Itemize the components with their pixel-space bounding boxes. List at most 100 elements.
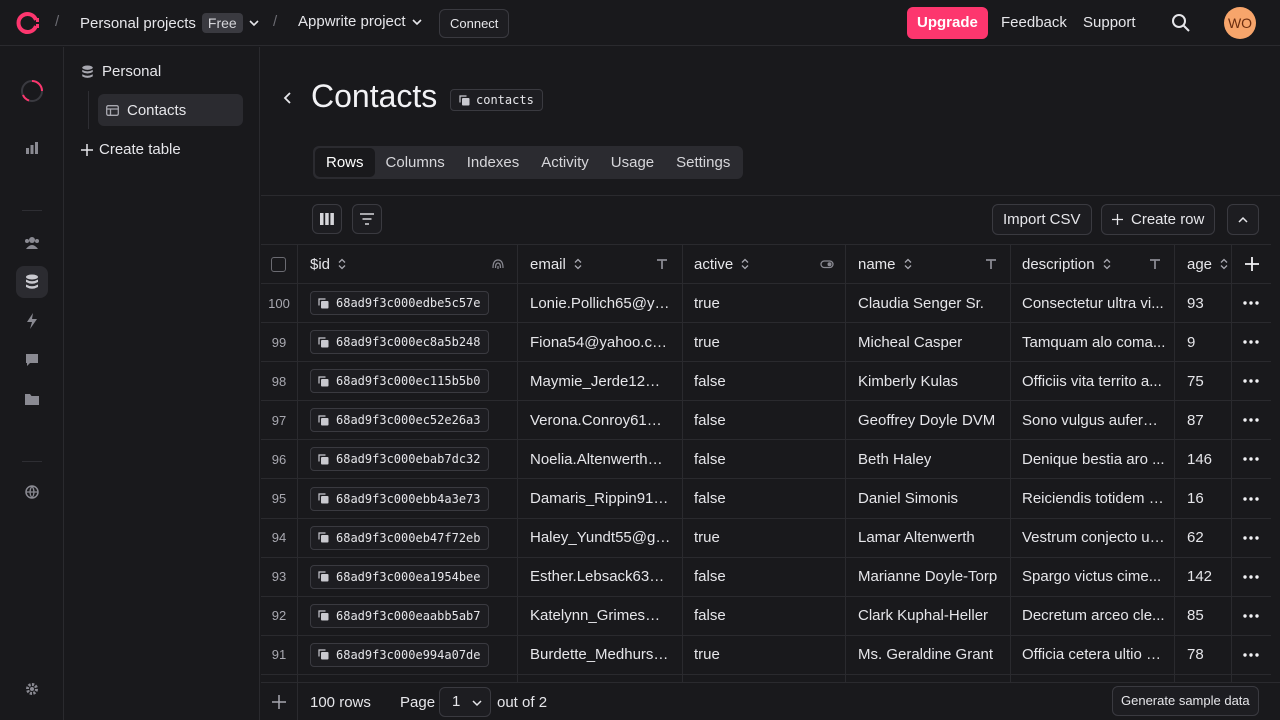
columns-view-button[interactable]	[312, 204, 342, 234]
column-header-email[interactable]: email	[530, 245, 582, 283]
sidebar-item-contacts[interactable]: Contacts	[98, 94, 243, 126]
functions-lightning-icon[interactable]	[16, 305, 48, 337]
id-cell[interactable]: 68ad9f3c000e994a07de	[310, 636, 489, 674]
id-cell[interactable]: 68ad9f3c000ec8a5b248	[310, 323, 489, 361]
sort-icon[interactable]	[904, 258, 912, 270]
table-row[interactable]: 100 68ad9f3c000edbe5c57e Lonie.Pollich65@y…	[261, 284, 1271, 323]
active-cell[interactable]: true	[694, 636, 834, 674]
active-cell[interactable]: false	[694, 480, 834, 518]
name-cell[interactable]: Lamar Altenwerth	[858, 519, 1003, 557]
row-id-copy-chip[interactable]: 68ad9f3c000ec115b5b0	[310, 369, 489, 394]
sidebar-item-database[interactable]: Personal	[81, 63, 161, 80]
row-actions-button[interactable]	[1236, 401, 1266, 439]
sort-icon[interactable]	[1103, 258, 1111, 270]
upgrade-button[interactable]: Upgrade	[907, 7, 988, 39]
description-cell[interactable]: Vestrum conjecto ut...	[1022, 519, 1166, 557]
tab-rows[interactable]: Rows	[315, 148, 375, 177]
email-cell[interactable]: Lonie.Pollich65@ya...	[530, 284, 672, 322]
active-cell[interactable]: false	[694, 362, 834, 400]
project-status-icon[interactable]	[16, 75, 48, 107]
org-selector[interactable]: Personal projects Free	[80, 13, 259, 33]
description-cell[interactable]: Officiis vita territo a...	[1022, 362, 1166, 400]
sort-icon[interactable]	[338, 258, 346, 270]
tab-indexes[interactable]: Indexes	[456, 148, 531, 177]
search-icon[interactable]	[1171, 13, 1191, 33]
row-actions-button[interactable]	[1236, 636, 1266, 674]
email-cell[interactable]: Fiona54@yahoo.com	[530, 323, 672, 361]
column-header-description[interactable]: description	[1022, 245, 1111, 283]
project-selector[interactable]: Appwrite project	[298, 13, 422, 30]
select-all-checkbox[interactable]	[271, 245, 291, 283]
id-cell[interactable]: 68ad9f3c000eaabb5ab7	[310, 597, 489, 635]
age-cell[interactable]: 142	[1187, 558, 1227, 596]
age-cell[interactable]: 16	[1187, 480, 1227, 518]
appwrite-logo-icon[interactable]	[16, 11, 40, 35]
connect-button[interactable]: Connect	[439, 9, 510, 38]
row-id-copy-chip[interactable]: 68ad9f3c000eb47f72eb	[310, 525, 489, 550]
settings-gear-icon[interactable]	[16, 673, 48, 705]
description-cell[interactable]: Denique bestia aro ...	[1022, 440, 1166, 478]
create-table-button[interactable]: Create table	[81, 141, 181, 158]
description-cell[interactable]: Consectetur ultra vi...	[1022, 284, 1166, 322]
create-row-button[interactable]: Create row	[1101, 204, 1216, 235]
sites-globe-icon[interactable]	[16, 476, 48, 508]
sort-icon[interactable]	[741, 258, 749, 270]
filter-button[interactable]	[352, 204, 382, 234]
active-cell[interactable]: false	[694, 401, 834, 439]
email-cell[interactable]: Burdette_Medhurst-...	[530, 636, 672, 674]
table-row[interactable]: 99 68ad9f3c000ec8a5b248 Fiona54@yahoo.com t…	[261, 323, 1271, 363]
description-cell[interactable]: Officia cetera ultio a...	[1022, 636, 1166, 674]
tab-usage[interactable]: Usage	[600, 148, 665, 177]
table-row[interactable]: 98 68ad9f3c000ec115b5b0 Maymie_Jerde12@y..…	[261, 362, 1271, 402]
row-actions-button[interactable]	[1236, 558, 1266, 596]
auth-users-icon[interactable]	[16, 227, 48, 259]
add-row-plus-icon[interactable]	[272, 695, 286, 709]
row-id-copy-chip[interactable]: 68ad9f3c000ec52e26a3	[310, 408, 489, 433]
age-cell[interactable]: 93	[1187, 284, 1227, 322]
row-actions-button[interactable]	[1236, 284, 1266, 322]
add-column-button[interactable]	[1241, 245, 1263, 283]
row-actions-button[interactable]	[1236, 323, 1266, 361]
name-cell[interactable]: Geoffrey Doyle DVM	[858, 401, 1003, 439]
active-cell[interactable]: false	[694, 558, 834, 596]
name-cell[interactable]: Daniel Simonis	[858, 480, 1003, 518]
age-cell[interactable]: 78	[1187, 636, 1227, 674]
row-actions-button[interactable]	[1236, 480, 1266, 518]
active-cell[interactable]: false	[694, 597, 834, 635]
id-cell[interactable]: 68ad9f3c000edbe5c57e	[310, 284, 489, 322]
name-cell[interactable]: Marianne Doyle-Torp	[858, 558, 1003, 596]
row-id-copy-chip[interactable]: 68ad9f3c000eaabb5ab7	[310, 603, 489, 628]
age-cell[interactable]: 62	[1187, 519, 1227, 557]
support-link[interactable]: Support	[1083, 14, 1136, 31]
table-row[interactable]: 96 68ad9f3c000ebab7dc32 Noelia.Altenwerth@…	[261, 440, 1271, 480]
id-cell[interactable]: 68ad9f3c000ebb4a3e73	[310, 480, 489, 518]
tab-settings[interactable]: Settings	[665, 148, 741, 177]
feedback-link[interactable]: Feedback	[1001, 14, 1067, 31]
name-cell[interactable]: Claudia Senger Sr.	[858, 284, 1003, 322]
column-header-age[interactable]: age	[1187, 245, 1228, 283]
active-cell[interactable]: false	[694, 440, 834, 478]
column-header-active[interactable]: active	[694, 245, 749, 283]
row-actions-button[interactable]	[1236, 519, 1266, 557]
description-cell[interactable]: Tamquam alo coma...	[1022, 323, 1166, 361]
import-csv-button[interactable]: Import CSV	[992, 204, 1092, 235]
table-row[interactable]: 91 68ad9f3c000e994a07de Burdette_Medhurst-…	[261, 636, 1271, 675]
age-cell[interactable]: 87	[1187, 401, 1227, 439]
name-cell[interactable]: Beth Haley	[858, 440, 1003, 478]
table-row[interactable]: 95 68ad9f3c000ebb4a3e73 Damaris_Rippin91@.…	[261, 480, 1271, 519]
column-header-id[interactable]: $id	[310, 245, 346, 283]
table-row[interactable]: 93 68ad9f3c000ea1954bee Esther.Lebsack63@.…	[261, 558, 1271, 597]
active-cell[interactable]: true	[694, 323, 834, 361]
row-actions-button[interactable]	[1236, 440, 1266, 478]
active-cell[interactable]: true	[694, 284, 834, 322]
storage-folder-icon[interactable]	[16, 383, 48, 415]
row-id-copy-chip[interactable]: 68ad9f3c000ebab7dc32	[310, 447, 489, 472]
avatar[interactable]: WO	[1224, 7, 1256, 39]
email-cell[interactable]: Noelia.Altenwerth@...	[530, 440, 672, 478]
row-id-copy-chip[interactable]: 68ad9f3c000ea1954bee	[310, 564, 489, 589]
email-cell[interactable]: Esther.Lebsack63@...	[530, 558, 672, 596]
overview-chart-icon[interactable]	[16, 132, 48, 164]
checkbox[interactable]	[271, 256, 286, 272]
age-cell[interactable]: 85	[1187, 597, 1227, 635]
column-header-name[interactable]: name	[858, 245, 912, 283]
